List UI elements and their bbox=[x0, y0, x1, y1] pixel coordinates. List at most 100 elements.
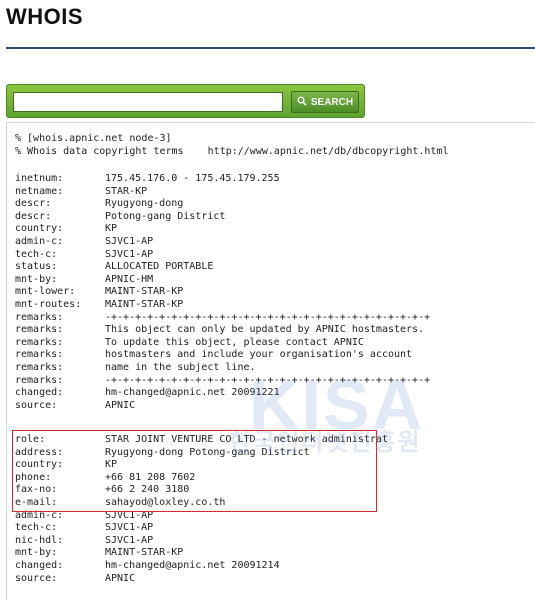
whois-field-value: 175.45.176.0 - 175.45.179.255 bbox=[105, 173, 280, 184]
whois-field-key: status: bbox=[15, 261, 58, 273]
whois-header-node: % [whois.apnic.net node-3] bbox=[15, 133, 172, 144]
whois-field-row: status: ALLOCATED PORTABLE bbox=[7, 261, 535, 274]
whois-field-row: remarks: To update this object, please co… bbox=[7, 337, 535, 350]
whois-field-row: country: KP bbox=[7, 223, 535, 236]
whois-field-key: tech-c: bbox=[15, 248, 58, 260]
whois-field-value: +66 2 240 3180 bbox=[105, 484, 190, 496]
whois-field-row: mnt-lower: MAINT-STAR-KP bbox=[7, 286, 535, 299]
whois-field-key: admin-c: bbox=[15, 235, 64, 247]
whois-field-key: descr: bbox=[15, 198, 52, 210]
whois-field-value: hm-changed@apnic.net 20091214 bbox=[105, 559, 280, 571]
whois-field-key: e-mail: bbox=[15, 496, 58, 508]
whois-field-value: STAR-KP bbox=[105, 185, 148, 197]
whois-field-key: fax-no: bbox=[15, 484, 58, 496]
whois-field-row: mnt-by: APNIC-HM bbox=[7, 274, 535, 287]
whois-field-row: fax-no: +66 2 240 3180 bbox=[7, 484, 535, 497]
whois-field-row: admin-c: SJVC1-AP bbox=[7, 510, 535, 523]
search-bar: SEARCH bbox=[6, 84, 365, 118]
whois-field-row: address: Ryugyong-dong Potong-gang Distri… bbox=[7, 447, 535, 460]
whois-field-key: remarks: bbox=[15, 374, 64, 386]
whois-field-key: remarks: bbox=[15, 336, 64, 348]
whois-field-row: remarks: name in the subject line. bbox=[7, 362, 535, 375]
whois-field-value: APNIC-HM bbox=[105, 273, 154, 285]
whois-field-value: KP bbox=[105, 223, 118, 235]
whois-field-row: remarks: This object can only be updated … bbox=[7, 324, 535, 337]
whois-field-value: SJVC1-AP bbox=[105, 534, 154, 546]
whois-field-key: changed: bbox=[15, 387, 64, 399]
whois-field-value: hm-changed@apnic.net 20091221 bbox=[105, 387, 280, 399]
whois-field-key: source: bbox=[15, 399, 58, 411]
whois-field-row: changed: hm-changed@apnic.net 20091214 bbox=[7, 560, 535, 573]
whois-field-value: APNIC bbox=[105, 572, 136, 584]
whois-field-value: KP bbox=[105, 459, 118, 471]
whois-field-value: MAINT-STAR-KP bbox=[105, 298, 184, 310]
title-divider bbox=[6, 47, 535, 49]
whois-field-value: +66 81 208 7602 bbox=[105, 471, 196, 483]
whois-field-value: APNIC bbox=[105, 399, 136, 411]
whois-field-value: SJVC1-AP bbox=[105, 235, 154, 247]
whois-field-row: remarks: hostmasters and include your org… bbox=[7, 349, 535, 362]
whois-field-value: hostmasters and include your organisatio… bbox=[105, 349, 413, 361]
inetnum-record: inetnum: 175.45.176.0 - 175.45.179.255 net… bbox=[7, 173, 535, 412]
whois-field-row: mnt-routes: MAINT-STAR-KP bbox=[7, 299, 535, 312]
whois-field-key: remarks: bbox=[15, 349, 64, 361]
whois-field-row: nic-hdl: SJVC1-AP bbox=[7, 535, 535, 548]
search-button-label: SEARCH bbox=[310, 96, 354, 108]
whois-field-key: mnt-routes: bbox=[15, 298, 82, 310]
whois-field-row: changed: hm-changed@apnic.net 20091221 bbox=[7, 387, 535, 400]
whois-field-row: tech-c: SJVC1-AP bbox=[7, 249, 535, 262]
whois-field-key: phone: bbox=[15, 471, 52, 483]
whois-field-value: sahayod@loxley.co.th bbox=[105, 496, 226, 508]
whois-field-value: Ryugyong-dong bbox=[105, 198, 184, 210]
whois-field-value: -+-+-+-+-+-+-+-+-+-+-+-+-+-+-+-+-+-+-+-+… bbox=[105, 311, 431, 323]
whois-field-key: netname: bbox=[15, 185, 64, 197]
whois-field-key: nic-hdl: bbox=[15, 534, 64, 546]
whois-field-row: phone: +66 81 208 7602 bbox=[7, 472, 535, 485]
whois-field-value: To update this object, please contact AP… bbox=[105, 336, 364, 348]
whois-field-row: role: STAR JOINT VENTURE CO LTD - network… bbox=[7, 434, 535, 447]
whois-field-key: tech-c: bbox=[15, 522, 58, 534]
whois-field-key: source: bbox=[15, 572, 58, 584]
whois-field-key: remarks: bbox=[15, 311, 64, 323]
whois-field-value: -+-+-+-+-+-+-+-+-+-+-+-+-+-+-+-+-+-+-+-+… bbox=[105, 374, 431, 386]
whois-field-value: SJVC1-AP bbox=[105, 522, 154, 534]
whois-field-key: mnt-by: bbox=[15, 273, 58, 285]
search-icon bbox=[297, 96, 307, 109]
whois-field-key: descr: bbox=[15, 210, 52, 222]
whois-field-row: source: APNIC bbox=[7, 573, 535, 586]
whois-field-key: mnt-lower: bbox=[15, 286, 76, 298]
whois-field-value: MAINT-STAR-KP bbox=[105, 547, 184, 559]
whois-field-row: descr: Potong-gang District bbox=[7, 211, 535, 224]
whois-field-row: remarks: -+-+-+-+-+-+-+-+-+-+-+-+-+-+-+-+… bbox=[7, 375, 535, 388]
whois-field-row: netname: STAR-KP bbox=[7, 186, 535, 199]
whois-field-row: remarks: -+-+-+-+-+-+-+-+-+-+-+-+-+-+-+-+… bbox=[7, 312, 535, 325]
whois-field-key: mnt-by: bbox=[15, 547, 58, 559]
whois-field-row: country: KP bbox=[7, 459, 535, 472]
whois-field-value: SJVC1-AP bbox=[105, 509, 154, 521]
whois-field-row: descr: Ryugyong-dong bbox=[7, 198, 535, 211]
whois-field-key: country: bbox=[15, 459, 64, 471]
whois-field-key: country: bbox=[15, 223, 64, 235]
search-input[interactable] bbox=[13, 92, 283, 112]
whois-field-row: tech-c: SJVC1-AP bbox=[7, 522, 535, 535]
whois-field-row: admin-c: SJVC1-AP bbox=[7, 236, 535, 249]
whois-field-value: ALLOCATED PORTABLE bbox=[105, 261, 214, 273]
whois-field-key: role: bbox=[15, 434, 46, 445]
whois-field-value: name in the subject line. bbox=[105, 361, 256, 373]
whois-field-row: mnt-by: MAINT-STAR-KP bbox=[7, 547, 535, 560]
search-button[interactable]: SEARCH bbox=[291, 91, 359, 113]
whois-field-value: STAR JOINT VENTURE CO LTD - network admi… bbox=[105, 434, 388, 445]
whois-field-key: address: bbox=[15, 446, 64, 458]
whois-field-row: e-mail: sahayod@loxley.co.th bbox=[7, 497, 535, 510]
whois-field-value: This object can only be updated by APNIC… bbox=[105, 324, 425, 336]
whois-field-value: Ryugyong-dong Potong-gang District bbox=[105, 446, 310, 458]
whois-field-key: admin-c: bbox=[15, 509, 64, 521]
whois-header-copyright: % Whois data copyright terms http://www.… bbox=[15, 146, 449, 157]
whois-field-key: inetnum: bbox=[15, 173, 64, 184]
whois-field-key: remarks: bbox=[15, 361, 64, 373]
page-title: WHOIS bbox=[6, 4, 84, 29]
whois-field-row: inetnum: 175.45.176.0 - 175.45.179.255 bbox=[7, 173, 535, 186]
whois-field-key: remarks: bbox=[15, 324, 64, 336]
whois-field-value: SJVC1-AP bbox=[105, 248, 154, 260]
whois-field-value: Potong-gang District bbox=[105, 210, 226, 222]
